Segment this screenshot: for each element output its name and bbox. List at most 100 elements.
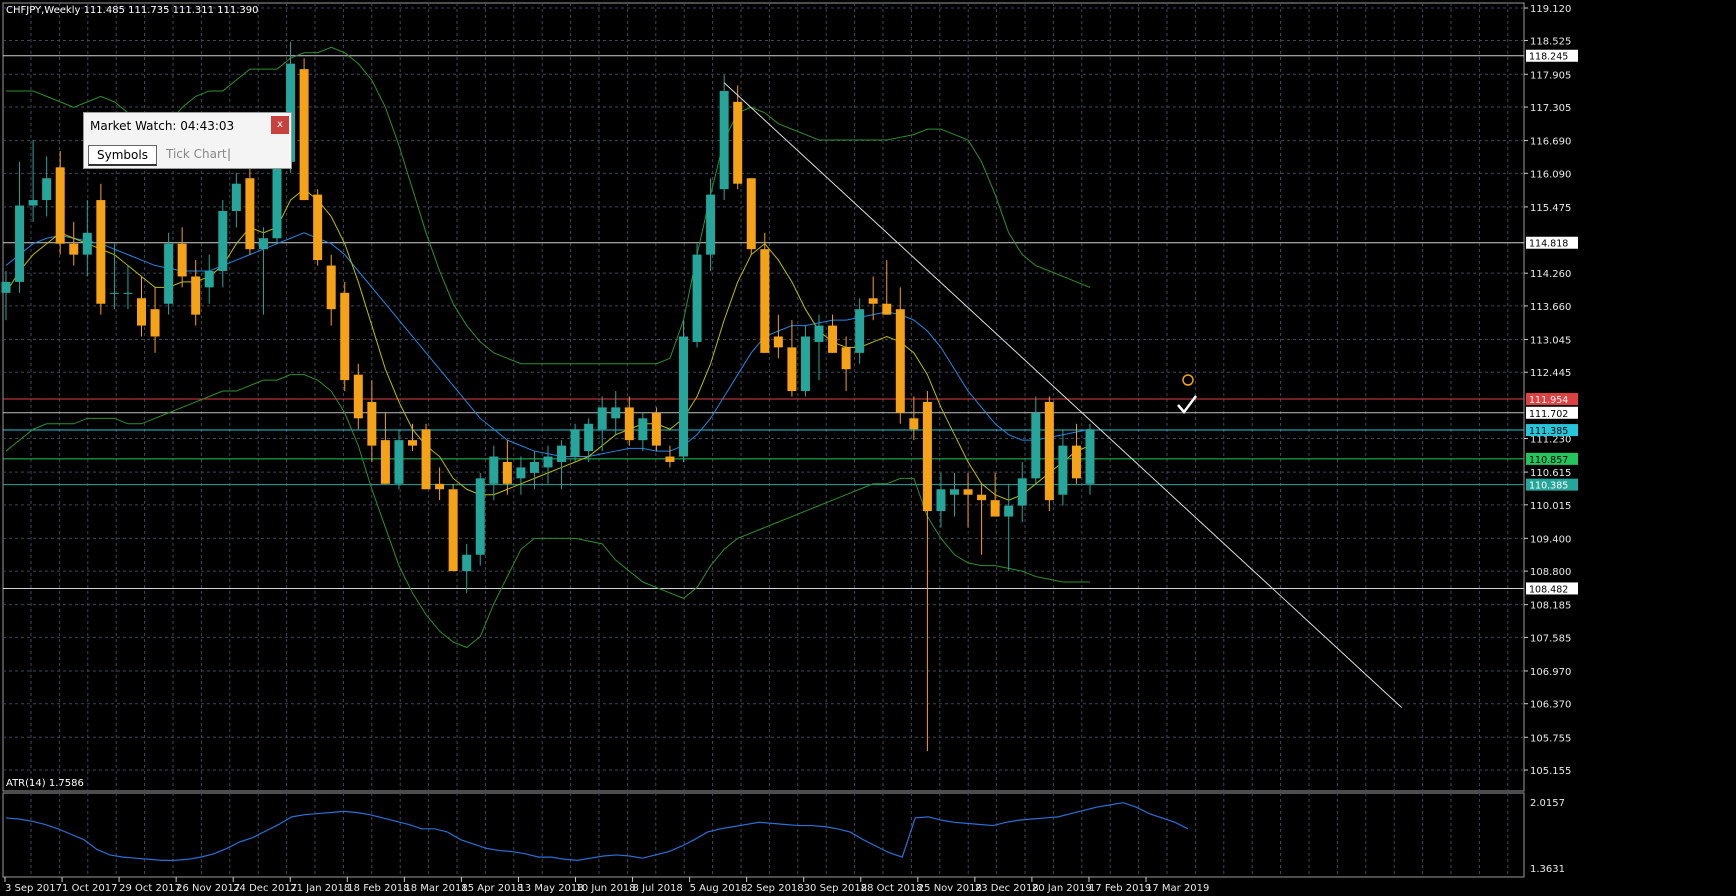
price-label: 106.370 [1530, 700, 1571, 711]
time-label: 20 Jan 2019 [1032, 883, 1092, 894]
tab-symbols[interactable]: Symbols [88, 145, 157, 166]
price-label: 115.475 [1530, 203, 1571, 214]
time-label: 23 Dec 2018 [975, 883, 1039, 894]
candle-body [814, 325, 824, 342]
time-label: 24 Dec 2017 [233, 883, 297, 894]
candle-body [557, 445, 567, 462]
candle-body [258, 238, 268, 250]
candle-body [543, 456, 553, 468]
candle-body [69, 243, 79, 255]
candle-body [502, 461, 512, 484]
candle-body [1071, 445, 1081, 479]
candle-body [1004, 505, 1014, 517]
time-label: 8 Jul 2018 [633, 883, 683, 894]
candle-body [922, 401, 932, 512]
candle-body [963, 489, 973, 495]
candle-body [137, 298, 146, 326]
candle-body [597, 407, 607, 430]
candle-body [990, 500, 1000, 517]
time-label: 26 Nov 2017 [176, 883, 240, 894]
candle-body [529, 461, 539, 473]
tab-separator: | [227, 147, 232, 161]
close-icon[interactable]: x [271, 116, 289, 134]
price-label: 119.120 [1530, 4, 1571, 15]
price-label: 105.155 [1530, 766, 1571, 777]
candle-body [245, 178, 255, 250]
time-label: 10 Jun 2018 [576, 883, 636, 894]
candle-body [638, 418, 648, 441]
candle-body [719, 90, 729, 190]
candle-body [109, 292, 119, 294]
candle-body [231, 183, 241, 211]
candle-body [651, 412, 661, 446]
price-label: 113.045 [1530, 335, 1571, 346]
price-label: 108.185 [1530, 601, 1571, 612]
candle-body [462, 554, 472, 572]
candle-body [841, 347, 851, 370]
price-label: 112.445 [1530, 368, 1571, 379]
candle-body [1044, 401, 1054, 501]
candle-body [570, 429, 580, 457]
price-label: 105.755 [1530, 733, 1571, 744]
candle-body [773, 336, 783, 348]
candle-body [448, 489, 458, 572]
time-label: 13 May 2018 [518, 883, 583, 894]
atr-label: ATR(14) 1.7586 [6, 778, 84, 789]
price-tag-label: 111.702 [1529, 409, 1568, 420]
candle-body [950, 489, 959, 495]
market-watch-tabs: Symbols Tick Chart | [86, 145, 289, 166]
candle-body [191, 276, 201, 315]
candle-body [42, 178, 52, 201]
price-tag-label: 114.818 [1529, 239, 1568, 250]
candle-body [340, 292, 350, 381]
candle-body [421, 429, 431, 490]
candle-body [408, 440, 417, 446]
candle-body [895, 309, 905, 413]
candle-body [1058, 445, 1068, 495]
time-label: 30 Sep 2018 [804, 883, 867, 894]
time-label: 25 Nov 2018 [918, 883, 982, 894]
candle-body [882, 303, 892, 315]
candle-body [55, 167, 65, 244]
candle-body [394, 440, 404, 484]
candle-body [489, 456, 499, 484]
candle-body [692, 254, 702, 342]
time-label: 18 Mar 2018 [404, 883, 467, 894]
time-label: 3 Sep 2017 [5, 883, 62, 894]
candle-body [1, 281, 11, 293]
price-label: 109.400 [1530, 534, 1571, 545]
price-tag-label: 110.385 [1529, 481, 1568, 492]
tab-tick-chart[interactable]: Tick Chart [158, 145, 235, 163]
candle-body [123, 292, 133, 294]
price-label: 116.690 [1530, 137, 1571, 148]
candle-body [936, 489, 946, 512]
candle-body [868, 298, 878, 304]
price-label: 118.525 [1530, 36, 1571, 47]
candle-body [435, 483, 445, 490]
candle-body [1031, 412, 1041, 479]
candle-body [706, 194, 716, 255]
atr-scale-bottom: 1.3631 [1530, 864, 1565, 875]
candle-body [177, 243, 187, 277]
price-label: 114.260 [1530, 269, 1571, 280]
candle-body [977, 494, 987, 501]
candle-body [787, 347, 797, 392]
candle-body [272, 161, 282, 239]
time-label: 29 Oct 2017 [119, 883, 181, 894]
market-watch-title: Market Watch: 04:43:03 [90, 119, 235, 133]
market-watch-window[interactable]: Market Watch: 04:43:03 x Symbols Tick Ch… [83, 112, 292, 169]
time-label: 18 Feb 2018 [347, 883, 409, 894]
atr-scale-top: 2.0157 [1530, 798, 1565, 809]
candle-body [624, 407, 634, 441]
price-label: 116.090 [1530, 169, 1571, 180]
time-label: 15 Apr 2018 [461, 883, 523, 894]
time-label: 2 Sep 2018 [747, 883, 804, 894]
candle-body [353, 374, 363, 419]
candle-body [150, 309, 160, 337]
candle-body [1085, 429, 1095, 484]
time-label: 17 Feb 2019 [1089, 883, 1151, 894]
candle-body [164, 243, 174, 304]
time-label: 21 Jan 2018 [290, 883, 350, 894]
candle-body [380, 440, 390, 484]
candle-body [909, 418, 919, 430]
